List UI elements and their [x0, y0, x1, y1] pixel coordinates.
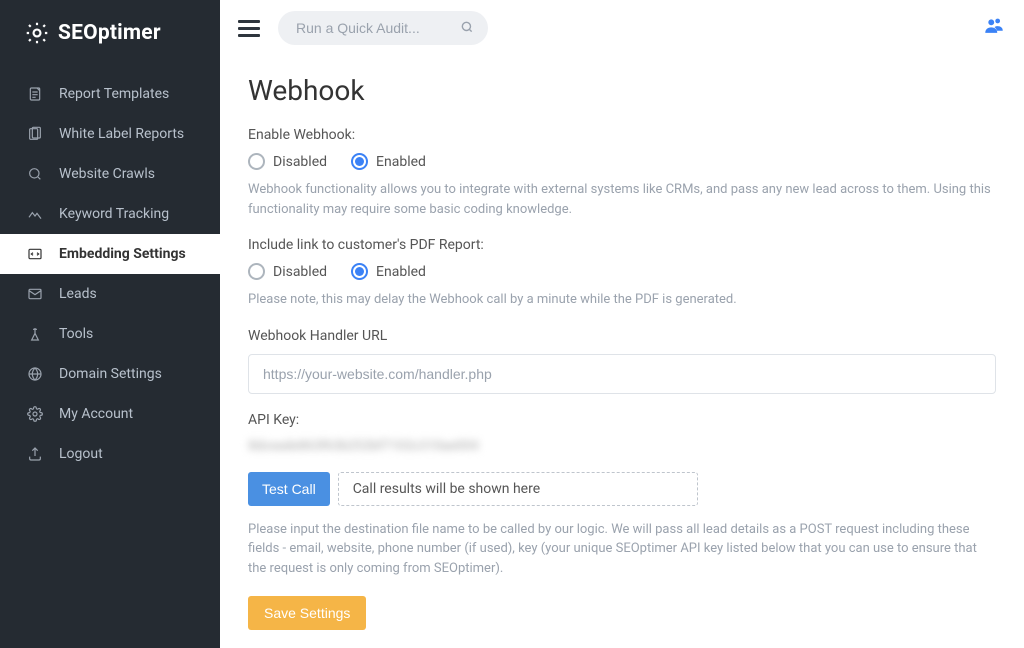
radio-label: Enabled [376, 154, 426, 170]
search-icon [460, 20, 474, 38]
keyword-icon [27, 206, 43, 222]
sidebar-item-label: Keyword Tracking [59, 206, 169, 222]
sidebar-item-tools[interactable]: Tools [0, 314, 220, 354]
test-call-button[interactable]: Test Call [248, 472, 330, 506]
sidebar-item-label: Domain Settings [59, 366, 162, 382]
embedding-icon [27, 246, 43, 262]
content-area: Webhook Enable Webhook: Disabled Enabled… [220, 56, 1024, 648]
quick-audit-search [278, 11, 488, 45]
sidebar-item-label: My Account [59, 406, 133, 422]
white-label-icon [27, 126, 43, 142]
api-key-value: 8dceade863f63b252bf7102c310ae004 [248, 438, 996, 454]
sidebar-nav: Report Templates White Label Reports Web… [0, 74, 220, 474]
enable-webhook-group: Enable Webhook: Disabled Enabled Webhook… [248, 127, 996, 219]
save-settings-button[interactable]: Save Settings [248, 596, 366, 630]
sidebar-item-label: Leads [59, 286, 97, 302]
test-call-result: Call results will be shown here [338, 472, 698, 506]
sidebar: SEOptimer Report Templates White Label R… [0, 0, 220, 648]
sidebar-item-white-label-reports[interactable]: White Label Reports [0, 114, 220, 154]
leads-icon [27, 286, 43, 302]
users-icon[interactable] [982, 15, 1006, 41]
search-input[interactable] [278, 11, 488, 45]
enable-webhook-disabled-radio[interactable]: Disabled [248, 153, 327, 170]
sidebar-item-domain-settings[interactable]: Domain Settings [0, 354, 220, 394]
radio-label: Disabled [273, 264, 327, 280]
sidebar-item-website-crawls[interactable]: Website Crawls [0, 154, 220, 194]
include-pdf-disabled-radio[interactable]: Disabled [248, 263, 327, 280]
radio-label: Enabled [376, 264, 426, 280]
sidebar-item-label: Tools [59, 326, 93, 342]
tools-icon [27, 326, 43, 342]
brand-icon [24, 20, 50, 46]
brand-name: SEOptimer [58, 21, 161, 45]
sidebar-item-embedding-settings[interactable]: Embedding Settings [0, 234, 220, 274]
webhook-url-group: Webhook Handler URL [248, 328, 996, 394]
templates-icon [27, 86, 43, 102]
sidebar-item-label: Report Templates [59, 86, 169, 102]
sidebar-item-my-account[interactable]: My Account [0, 394, 220, 434]
enable-webhook-help: Webhook functionality allows you to inte… [248, 180, 996, 219]
include-pdf-group: Include link to customer's PDF Report: D… [248, 237, 996, 310]
sidebar-item-label: Embedding Settings [59, 246, 186, 262]
account-icon [27, 406, 43, 422]
sidebar-item-label: White Label Reports [59, 126, 184, 142]
sidebar-item-label: Logout [59, 446, 103, 462]
enable-webhook-label: Enable Webhook: [248, 127, 996, 143]
sidebar-item-leads[interactable]: Leads [0, 274, 220, 314]
page-title: Webhook [248, 74, 996, 107]
domain-icon [27, 366, 43, 382]
webhook-post-help: Please input the destination file name t… [248, 520, 996, 579]
test-call-row: Test Call Call results will be shown her… [248, 472, 996, 506]
webhook-url-label: Webhook Handler URL [248, 328, 996, 344]
api-key-label: API Key: [248, 412, 996, 428]
sidebar-item-label: Website Crawls [59, 166, 155, 182]
webhook-url-input[interactable] [248, 354, 996, 394]
menu-toggle-button[interactable] [238, 16, 260, 41]
crawls-icon [27, 166, 43, 182]
include-pdf-label: Include link to customer's PDF Report: [248, 237, 996, 253]
include-pdf-enabled-radio[interactable]: Enabled [351, 263, 426, 280]
radio-label: Disabled [273, 154, 327, 170]
logout-icon [27, 446, 43, 462]
api-key-group: API Key: 8dceade863f63b252bf7102c310ae00… [248, 412, 996, 454]
sidebar-item-report-templates[interactable]: Report Templates [0, 74, 220, 114]
sidebar-item-keyword-tracking[interactable]: Keyword Tracking [0, 194, 220, 234]
include-pdf-help: Please note, this may delay the Webhook … [248, 290, 996, 310]
topbar [220, 0, 1024, 56]
main-panel: Webhook Enable Webhook: Disabled Enabled… [220, 0, 1024, 648]
sidebar-item-logout[interactable]: Logout [0, 434, 220, 474]
enable-webhook-enabled-radio[interactable]: Enabled [351, 153, 426, 170]
brand-logo[interactable]: SEOptimer [0, 0, 220, 74]
